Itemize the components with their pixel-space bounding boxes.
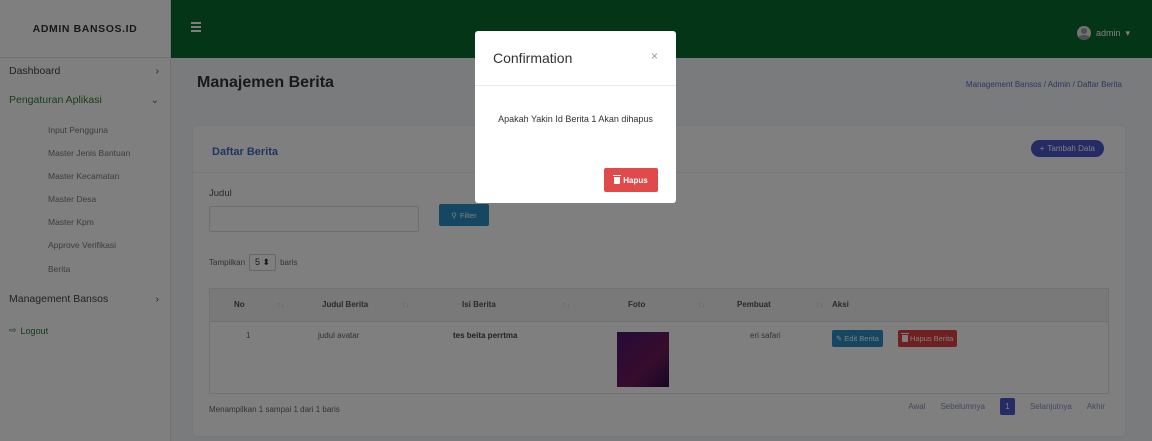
close-icon[interactable]: × bbox=[651, 49, 658, 63]
confirm-delete-button[interactable]: Hapus bbox=[604, 168, 658, 192]
trash-icon bbox=[613, 174, 622, 184]
confirm-delete-label: Hapus bbox=[623, 175, 648, 185]
divider bbox=[475, 85, 676, 86]
modal-message: Apakah Yakin Id Berita 1 Akan dihapus bbox=[498, 114, 653, 124]
confirmation-modal: Confirmation × Apakah Yakin Id Berita 1 … bbox=[475, 31, 676, 203]
modal-title: Confirmation bbox=[493, 50, 573, 66]
